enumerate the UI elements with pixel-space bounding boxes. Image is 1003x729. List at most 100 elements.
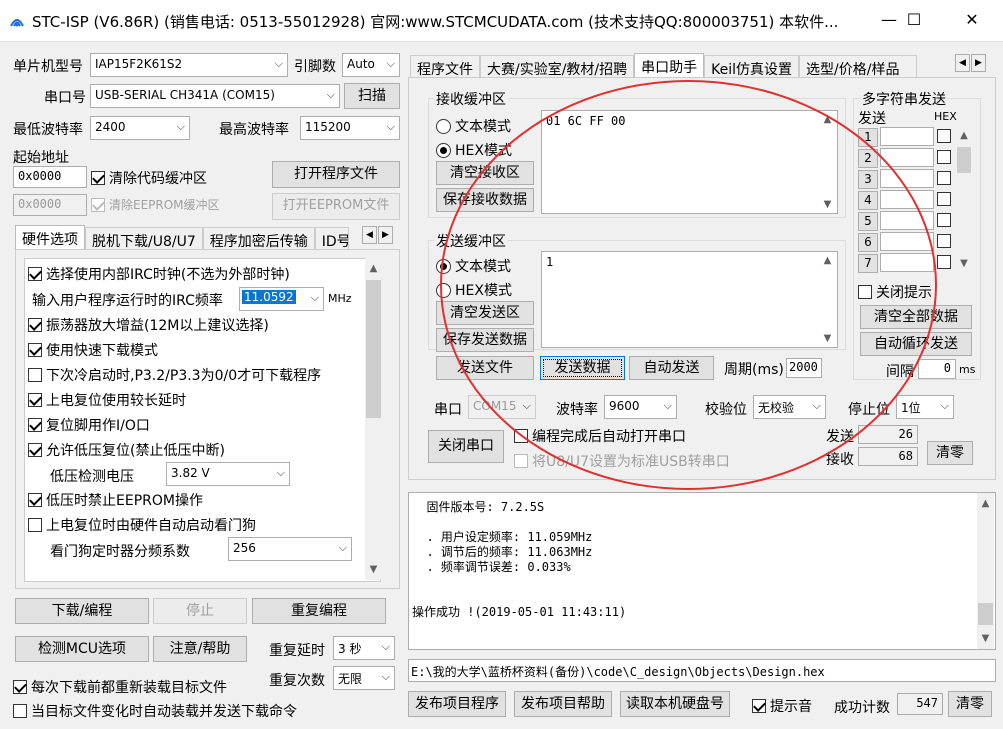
tab-scroll-left-icon[interactable]: ◀ [955, 54, 970, 72]
interval-input[interactable]: 0 [918, 359, 956, 379]
scroll-down-icon[interactable]: ▼ [956, 255, 972, 272]
baud-rate-select[interactable]: 9600 ⌵ [604, 395, 677, 419]
send-scrollbar[interactable]: ▲ ▼ [819, 252, 836, 347]
reset-counts-button[interactable]: 清零 [927, 441, 973, 465]
receive-text-mode-radio[interactable]: 文本模式 [436, 116, 511, 136]
tab-selection-price[interactable]: 选型/价格/样品 [799, 55, 918, 77]
send-hex-mode-radio[interactable]: HEX模式 [436, 280, 512, 300]
multi-hex-checkbox-2[interactable] [937, 150, 951, 164]
option-long-reset-delay[interactable]: 上电复位使用较长延时 [28, 390, 186, 410]
tab-scroll-right-icon[interactable]: ▶ [378, 226, 393, 244]
option-auto-watchdog[interactable]: 上电复位时由硬件自动启动看门狗 [28, 515, 256, 535]
scroll-thumb[interactable] [978, 603, 993, 625]
scroll-down-icon[interactable]: ▼ [977, 630, 994, 647]
multi-string-input-1[interactable] [880, 127, 934, 146]
tab-offline-download[interactable]: 脱机下载/U8/U7 [85, 227, 203, 250]
reset-success-button[interactable]: 清零 [948, 691, 992, 717]
mcu-type-select[interactable]: IAP15F2K61S2 ⌵ [90, 53, 288, 77]
scroll-up-icon[interactable]: ▲ [819, 252, 836, 269]
tab-serial-assistant[interactable]: 串口助手 [634, 53, 705, 77]
option-fast-download[interactable]: 使用快速下载模式 [28, 340, 158, 360]
multi-string-input-6[interactable] [880, 232, 934, 251]
multi-hex-checkbox-3[interactable] [937, 171, 951, 185]
close-tip-checkbox[interactable]: 关闭提示 [858, 282, 932, 302]
log-scrollbar[interactable]: ▲ ▼ [977, 493, 994, 649]
save-receive-button[interactable]: 保存接收数据 [436, 188, 534, 212]
port-select[interactable]: USB-SERIAL CH341A (COM15) ⌵ [90, 84, 340, 108]
repeat-count-select[interactable]: 无限 ⌵ [333, 666, 395, 690]
scroll-down-icon[interactable]: ▼ [365, 561, 382, 578]
tab-hardware-options[interactable]: 硬件选项 [15, 225, 85, 249]
tab-scroll-right-icon[interactable]: ▶ [971, 54, 986, 72]
multi-string-input-5[interactable] [880, 211, 934, 230]
multi-send-button-2[interactable]: 2 [858, 149, 878, 168]
open-program-file-button[interactable]: 打开程序文件 [272, 161, 400, 188]
scroll-up-icon[interactable]: ▲ [977, 495, 994, 512]
multi-string-input-7[interactable] [880, 253, 934, 272]
option-osc-gain[interactable]: 振荡器放大增益(12M以上建议选择) [28, 315, 269, 335]
multi-hex-checkbox-1[interactable] [937, 129, 951, 143]
publish-help-button[interactable]: 发布项目帮助 [514, 691, 612, 717]
scroll-up-icon[interactable]: ▲ [956, 127, 972, 144]
multi-send-button-4[interactable]: 4 [858, 191, 878, 210]
tab-id[interactable]: ID号 [314, 227, 349, 249]
option-cold-boot-p32[interactable]: 下次冷启动时,P3.2/P3.3为0/0才可下载程序 [28, 365, 321, 385]
watchdog-divider-select[interactable]: 256 ⌵ [228, 537, 352, 561]
reload-before-download-checkbox[interactable]: 每次下载前都重新装载目标文件 [13, 677, 227, 697]
option-low-voltage-eeprom[interactable]: 低压时禁止EEPROM操作 [28, 490, 203, 510]
low-voltage-select[interactable]: 3.82 V ⌵ [166, 462, 290, 486]
read-disk-id-button[interactable]: 读取本机硬盘号 [620, 691, 730, 717]
multi-string-scrollbar[interactable]: ▲ ▼ [956, 127, 972, 272]
scroll-down-icon[interactable]: ▼ [819, 330, 836, 347]
option-internal-irc[interactable]: 选择使用内部IRC时钟(不选为外部时钟) [28, 264, 290, 284]
min-baud-select[interactable]: 2400 ⌵ [90, 116, 190, 140]
multi-send-button-5[interactable]: 5 [858, 212, 878, 231]
multi-send-button-1[interactable]: 1 [858, 128, 878, 147]
max-baud-select[interactable]: 115200 ⌵ [300, 116, 400, 140]
start-address-input[interactable]: 0x0000 [13, 166, 87, 188]
maximize-button[interactable]: ☐ [891, 0, 937, 40]
multi-string-input-3[interactable] [880, 169, 934, 188]
tab-program-file[interactable]: 程序文件 [410, 55, 480, 78]
scroll-up-icon[interactable]: ▲ [365, 260, 382, 277]
receive-scrollbar[interactable]: ▲ ▼ [819, 111, 836, 213]
clear-all-data-button[interactable]: 清空全部数据 [860, 305, 972, 329]
send-text-mode-radio[interactable]: 文本模式 [436, 256, 511, 276]
multi-string-input-2[interactable] [880, 148, 934, 167]
scroll-down-icon[interactable]: ▼ [819, 196, 836, 213]
auto-send-button[interactable]: 自动发送 [629, 356, 714, 380]
scroll-up-icon[interactable]: ▲ [819, 111, 836, 128]
auto-open-port-checkbox[interactable]: 编程完成后自动打开串口 [514, 426, 686, 446]
auto-send-download-checkbox[interactable]: 当目标文件变化时自动装载并发送下载命令 [13, 701, 297, 721]
tab-contest[interactable]: 大赛/实验室/教材/招聘 [480, 55, 635, 78]
scroll-thumb[interactable] [366, 280, 381, 418]
scan-button[interactable]: 扫描 [344, 83, 400, 109]
multi-hex-checkbox-5[interactable] [937, 213, 951, 227]
multi-send-button-7[interactable]: 7 [858, 254, 878, 273]
tab-scroll-left-icon[interactable]: ◀ [362, 226, 377, 244]
send-data-button[interactable]: 发送数据 [540, 356, 625, 380]
check-mcu-button[interactable]: 检测MCU选项 [15, 636, 149, 662]
stop-bits-select[interactable]: 1位 ⌵ [896, 395, 954, 419]
tab-keil-debug[interactable]: Keil仿真设置 [704, 55, 800, 78]
multi-hex-checkbox-6[interactable] [937, 234, 951, 248]
options-scrollbar[interactable]: ▲ ▼ [365, 258, 382, 580]
clear-send-button[interactable]: 清空发送区 [436, 301, 534, 325]
repeat-delay-select[interactable]: 3 秒 ⌵ [333, 636, 395, 660]
multi-string-input-4[interactable] [880, 190, 934, 209]
multi-send-button-6[interactable]: 6 [858, 233, 878, 252]
close-button[interactable]: ✕ [949, 0, 995, 40]
send-file-button[interactable]: 发送文件 [436, 356, 534, 380]
multi-hex-checkbox-4[interactable] [937, 192, 951, 206]
option-low-voltage-reset[interactable]: 允许低压复位(禁止低压中断) [28, 440, 225, 460]
auto-loop-send-button[interactable]: 自动循环发送 [860, 332, 972, 356]
tab-encrypted-transfer[interactable]: 程序加密后传输 [202, 227, 315, 250]
publish-program-button[interactable]: 发布项目程序 [408, 691, 506, 717]
pins-select[interactable]: Auto ⌵ [342, 53, 400, 77]
clear-code-checkbox[interactable]: 清除代码缓冲区 [91, 168, 207, 188]
multi-hex-checkbox-7[interactable] [937, 255, 951, 269]
multi-send-button-3[interactable]: 3 [858, 170, 878, 189]
repeat-program-button[interactable]: 重复编程 [252, 598, 386, 624]
irc-frequency-select[interactable]: 11.0592 ⌵ [239, 287, 324, 311]
option-reset-pin-io[interactable]: 复位脚用作I/O口 [28, 415, 150, 435]
